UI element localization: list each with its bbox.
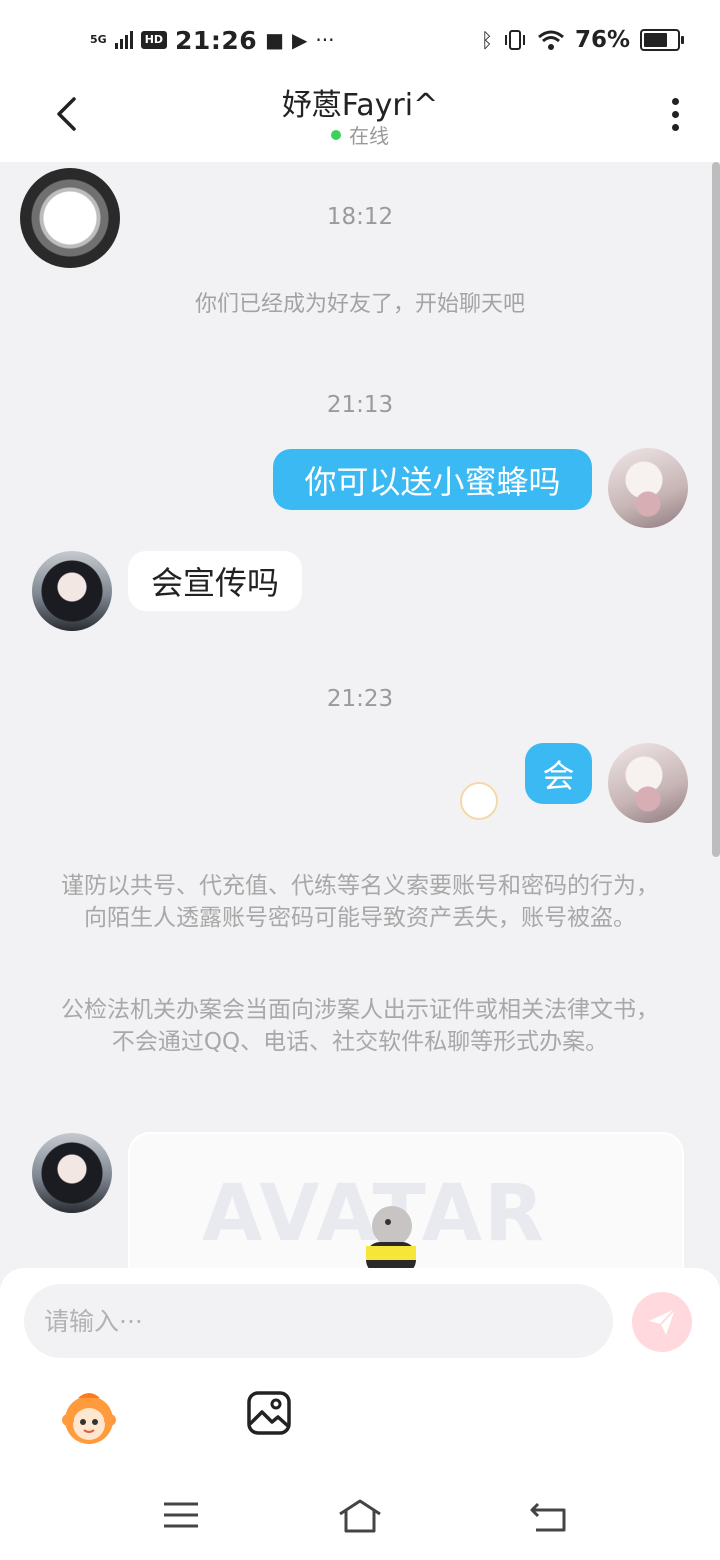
contact-avatar[interactable] bbox=[32, 551, 112, 631]
online-dot-icon bbox=[331, 129, 341, 140]
hd-icon: HD bbox=[140, 31, 168, 49]
network-type: 5G bbox=[90, 33, 107, 46]
chat-area[interactable]: 18:12 你们已经成为好友了，开始聊天吧 21:13 你可以送小蜜蜂吗 会宣传… bbox=[0, 162, 720, 1270]
battery-percent: 76% bbox=[574, 27, 630, 53]
clock: 21:26 bbox=[175, 25, 258, 55]
my-avatar[interactable] bbox=[608, 743, 688, 823]
more-options-button[interactable] bbox=[660, 92, 690, 136]
security-warning: 公检法机关办案会当面向涉案人出示证件或相关法律文书，不会通过QQ、电话、社交软件… bbox=[61, 997, 659, 1055]
contact-name: 妤蒽Fayri^ bbox=[281, 88, 439, 123]
video-icon: ▶ bbox=[292, 28, 308, 52]
security-warning: 谨防以共号、代充值、代练等名义索要账号和密码的行为，向陌生人透露账号密码可能导致… bbox=[61, 873, 659, 931]
online-status-label: 在线 bbox=[349, 124, 389, 148]
home-icon[interactable] bbox=[336, 1498, 384, 1534]
chat-header: 妤蒽Fayri^ 在线 bbox=[0, 78, 720, 162]
menu-icon[interactable] bbox=[162, 1500, 200, 1530]
bee-mascot-icon bbox=[366, 1206, 416, 1270]
video-call-icon: ■ bbox=[265, 28, 285, 52]
status-right: ᛒ 76% bbox=[480, 22, 684, 58]
battery-icon bbox=[640, 29, 684, 51]
image-icon[interactable] bbox=[246, 1390, 292, 1436]
online-status: 在线 bbox=[0, 120, 720, 149]
timestamp: 21:13 bbox=[326, 392, 394, 418]
message-input[interactable] bbox=[24, 1284, 613, 1358]
back-icon[interactable] bbox=[528, 1500, 568, 1534]
my-avatar[interactable] bbox=[608, 448, 688, 528]
send-icon bbox=[649, 1308, 676, 1335]
timestamp: 18:12 bbox=[326, 204, 394, 230]
more-notifications-icon: ··· bbox=[315, 28, 335, 52]
emoji-icon[interactable] bbox=[60, 1388, 118, 1446]
timestamp: 21:23 bbox=[326, 686, 394, 712]
sending-indicator bbox=[460, 782, 498, 820]
outgoing-message[interactable]: 你可以送小蜜蜂吗 bbox=[273, 449, 592, 510]
signal-icon bbox=[114, 31, 133, 49]
vibrate-icon bbox=[504, 30, 525, 50]
bluetooth-icon: ᛒ bbox=[480, 28, 493, 52]
status-left: 5G HD 21:26 ■ ▶ ··· bbox=[90, 22, 334, 58]
shared-card-message[interactable]: AVATAR bbox=[128, 1132, 684, 1270]
send-button[interactable] bbox=[632, 1292, 692, 1352]
system-message: 你们已经成为好友了，开始聊天吧 bbox=[194, 292, 525, 317]
status-bar: 5G HD 21:26 ■ ▶ ··· ᛒ 76% bbox=[0, 0, 720, 78]
contact-avatar[interactable] bbox=[32, 1133, 112, 1213]
outgoing-message[interactable]: 会 bbox=[525, 743, 592, 804]
wifi-icon bbox=[537, 30, 564, 50]
scrollbar[interactable] bbox=[712, 162, 720, 857]
composer bbox=[0, 1268, 720, 1560]
battery-fill bbox=[644, 33, 667, 47]
incoming-message[interactable]: 会宣传吗 bbox=[128, 551, 302, 611]
